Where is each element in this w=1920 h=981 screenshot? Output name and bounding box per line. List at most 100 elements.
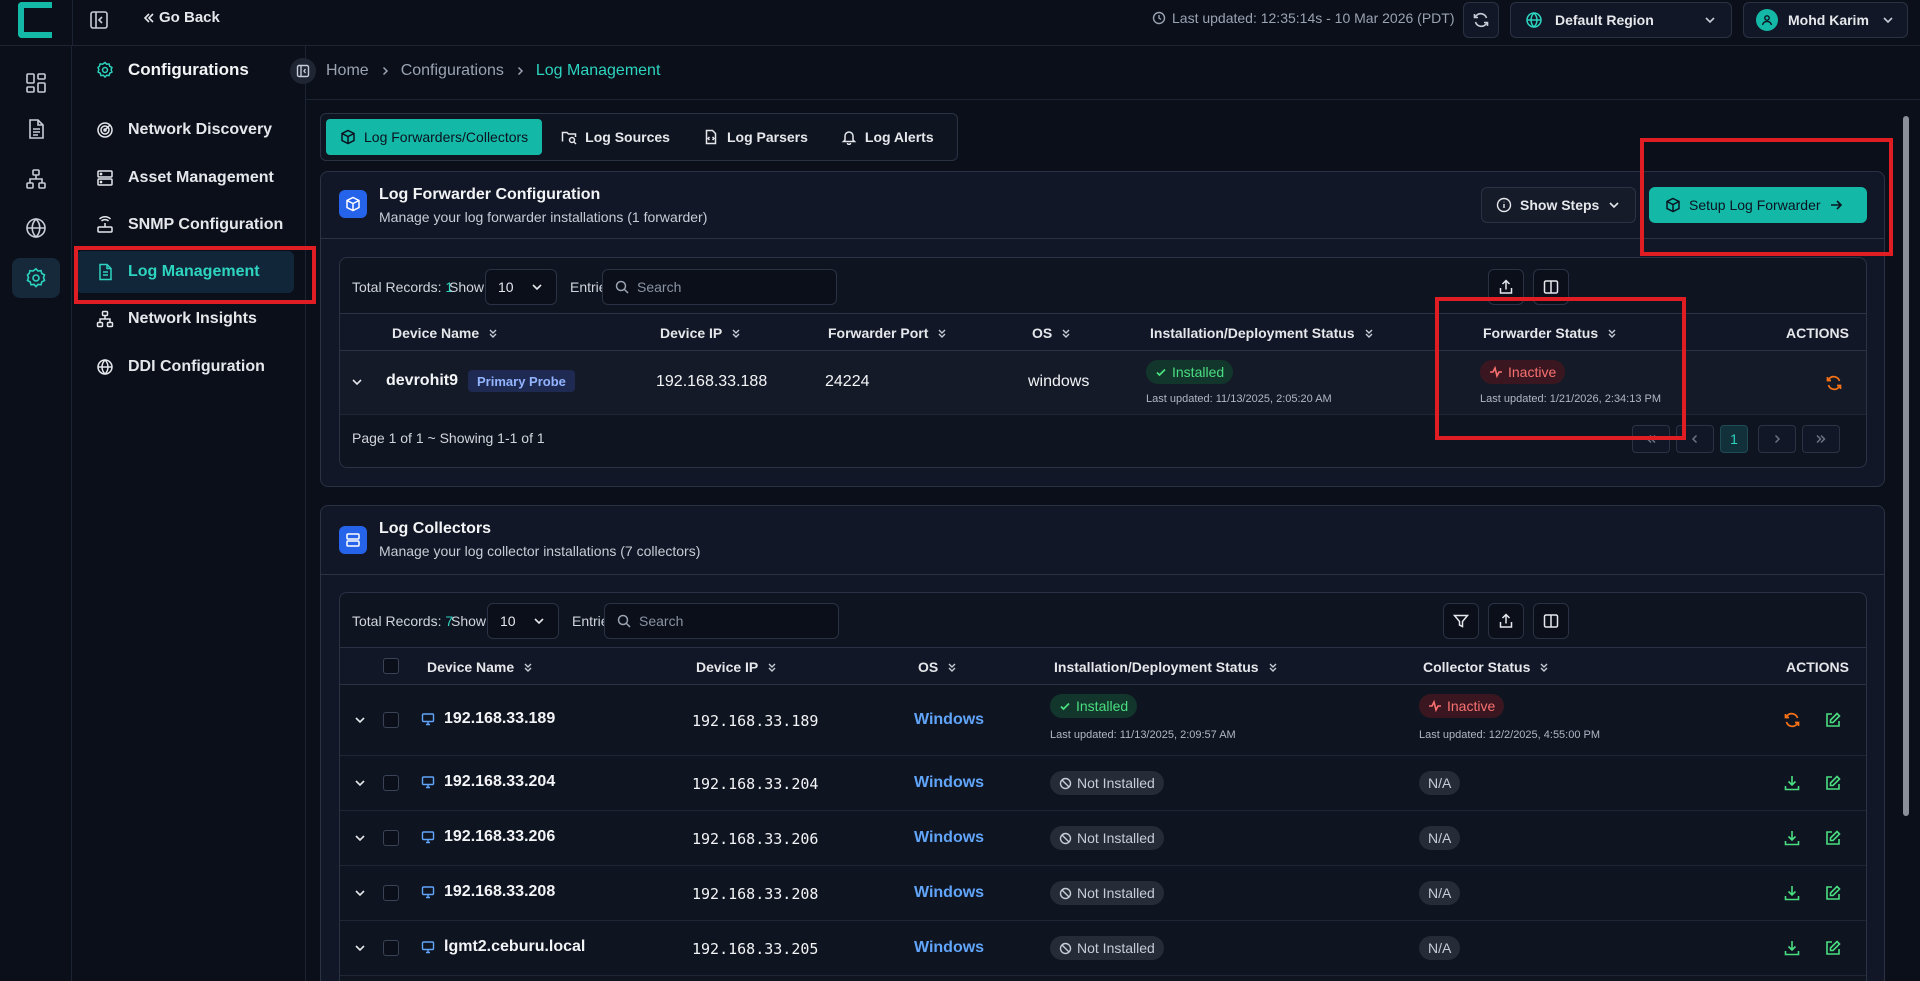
page-size-select[interactable]: 10 xyxy=(487,603,559,639)
prev-page-button[interactable] xyxy=(1676,425,1714,453)
not-installed-badge: Not Installed xyxy=(1050,771,1164,795)
expand-row-button[interactable] xyxy=(353,776,367,790)
app-logo[interactable] xyxy=(18,2,52,38)
sidebar-item-log-management[interactable]: Log Management xyxy=(76,251,294,293)
column-collector-status[interactable]: Collector Status xyxy=(1423,659,1550,675)
last-page-button[interactable] xyxy=(1802,425,1840,453)
next-page-button[interactable] xyxy=(1758,425,1796,453)
row-checkbox[interactable] xyxy=(383,712,399,728)
column-forwarder-status[interactable]: Forwarder Status xyxy=(1483,325,1618,341)
os-link[interactable]: Windows xyxy=(914,774,984,792)
sidebar-item-snmp-configuration[interactable]: SNMP Configuration xyxy=(76,204,294,246)
table-row: 192.168.33.204 192.168.33.204 Windows No… xyxy=(340,756,1866,811)
search-box[interactable] xyxy=(602,269,837,305)
download-button[interactable] xyxy=(1783,939,1801,957)
device-name: devrohit9 xyxy=(386,372,459,389)
columns-button[interactable] xyxy=(1533,269,1569,305)
go-back-button[interactable]: Go Back xyxy=(142,9,220,26)
breadcrumb-configurations[interactable]: Configurations xyxy=(401,62,504,80)
export-button[interactable] xyxy=(1488,269,1524,305)
device-name: lgmt2.ceburu.local xyxy=(444,938,586,955)
search-input[interactable] xyxy=(637,279,817,295)
tab-log-forwarders-collectors[interactable]: Log Forwarders/Collectors xyxy=(326,119,543,155)
show-steps-button[interactable]: Show Steps xyxy=(1481,187,1637,223)
download-button[interactable] xyxy=(1783,884,1801,902)
show-label: Show xyxy=(451,613,487,629)
sidebar-item-network-discovery[interactable]: Network Discovery xyxy=(76,109,294,151)
column-label: ACTIONS xyxy=(1786,659,1849,675)
sidebar-toggle-icon[interactable] xyxy=(86,7,112,33)
os-link[interactable]: Windows xyxy=(914,939,984,957)
setup-log-forwarder-button[interactable]: Setup Log Forwarder xyxy=(1649,187,1867,223)
edit-button[interactable] xyxy=(1824,774,1842,792)
rail-dashboard[interactable] xyxy=(12,63,60,103)
expand-row-button[interactable] xyxy=(353,886,367,900)
download-button[interactable] xyxy=(1783,774,1801,792)
scrollbar-thumb[interactable] xyxy=(1903,116,1909,816)
column-label: Device Name xyxy=(392,325,480,341)
row-checkbox[interactable] xyxy=(383,775,399,791)
column-install-status[interactable]: Installation/Deployment Status xyxy=(1054,659,1279,675)
expand-row-button[interactable] xyxy=(353,831,367,845)
region-select[interactable]: Default Region xyxy=(1510,2,1732,38)
row-checkbox[interactable] xyxy=(383,830,399,846)
rail-reports[interactable] xyxy=(12,109,60,149)
filter-button[interactable] xyxy=(1443,603,1479,639)
tab-log-alerts[interactable]: Log Alerts xyxy=(827,119,948,155)
sidebar-item-ddi-configuration[interactable]: DDI Configuration xyxy=(76,346,294,388)
column-device-name[interactable]: Device Name xyxy=(392,325,499,341)
install-status-text: Not Installed xyxy=(1077,885,1155,901)
forwarder-subtitle: Manage your log forwarder installations … xyxy=(379,209,708,225)
expand-row-button[interactable] xyxy=(353,713,367,727)
download-button[interactable] xyxy=(1783,829,1801,847)
rail-settings[interactable] xyxy=(12,258,60,298)
columns-button[interactable] xyxy=(1533,603,1569,639)
restart-button[interactable] xyxy=(1825,374,1843,392)
column-device-ip[interactable]: Device IP xyxy=(696,659,778,675)
page-scrollbar[interactable] xyxy=(1901,100,1911,981)
column-os[interactable]: OS xyxy=(918,659,958,675)
row-checkbox[interactable] xyxy=(383,940,399,956)
rail-global[interactable] xyxy=(12,208,60,248)
user-menu[interactable]: Mohd Karim xyxy=(1743,2,1908,38)
column-device-name[interactable]: Device Name xyxy=(427,659,534,675)
page-size-select[interactable]: 10 xyxy=(485,269,557,305)
select-all-checkbox[interactable] xyxy=(383,658,399,674)
collapse-sidebar-button[interactable] xyxy=(290,58,316,84)
edit-button[interactable] xyxy=(1824,711,1842,729)
page-button-1[interactable]: 1 xyxy=(1720,425,1748,453)
gear-icon xyxy=(96,61,114,79)
tab-log-parsers[interactable]: Log Parsers xyxy=(689,119,822,155)
os-link[interactable]: Windows xyxy=(914,884,984,902)
sidebar-item-asset-management[interactable]: Asset Management xyxy=(76,157,294,199)
edit-button[interactable] xyxy=(1824,829,1842,847)
refresh-button[interactable] xyxy=(1463,2,1499,38)
column-forwarder-port[interactable]: Forwarder Port xyxy=(828,325,948,341)
device-name: 192.168.33.204 xyxy=(444,773,556,790)
first-page-button[interactable] xyxy=(1632,425,1670,453)
collectors-card: Log Collectors Manage your log collector… xyxy=(320,505,1885,981)
row-checkbox[interactable] xyxy=(383,885,399,901)
sidebar-item-label: Log Management xyxy=(128,263,260,280)
search-box[interactable] xyxy=(604,603,839,639)
edit-button[interactable] xyxy=(1824,939,1842,957)
column-install-status[interactable]: Installation/Deployment Status xyxy=(1150,325,1375,341)
edit-button[interactable] xyxy=(1824,884,1842,902)
expand-row-button[interactable] xyxy=(350,375,364,389)
sidebar-item-label: Network Insights xyxy=(128,310,257,327)
export-button[interactable] xyxy=(1488,603,1524,639)
os-link[interactable]: Windows xyxy=(914,829,984,847)
search-input[interactable] xyxy=(639,613,819,629)
column-device-ip[interactable]: Device IP xyxy=(660,325,742,341)
tab-log-sources[interactable]: Log Sources xyxy=(547,119,684,155)
rail-topology[interactable] xyxy=(12,159,60,199)
sort-icon xyxy=(1267,661,1279,673)
restart-button[interactable] xyxy=(1783,711,1801,729)
os-link[interactable]: Windows xyxy=(914,711,984,729)
arrow-right-icon xyxy=(1829,198,1843,212)
expand-row-button[interactable] xyxy=(353,941,367,955)
sort-icon xyxy=(766,661,778,673)
column-os[interactable]: OS xyxy=(1032,325,1072,341)
sidebar-item-network-insights[interactable]: Network Insights xyxy=(76,298,294,340)
breadcrumb-home[interactable]: Home xyxy=(326,62,369,80)
